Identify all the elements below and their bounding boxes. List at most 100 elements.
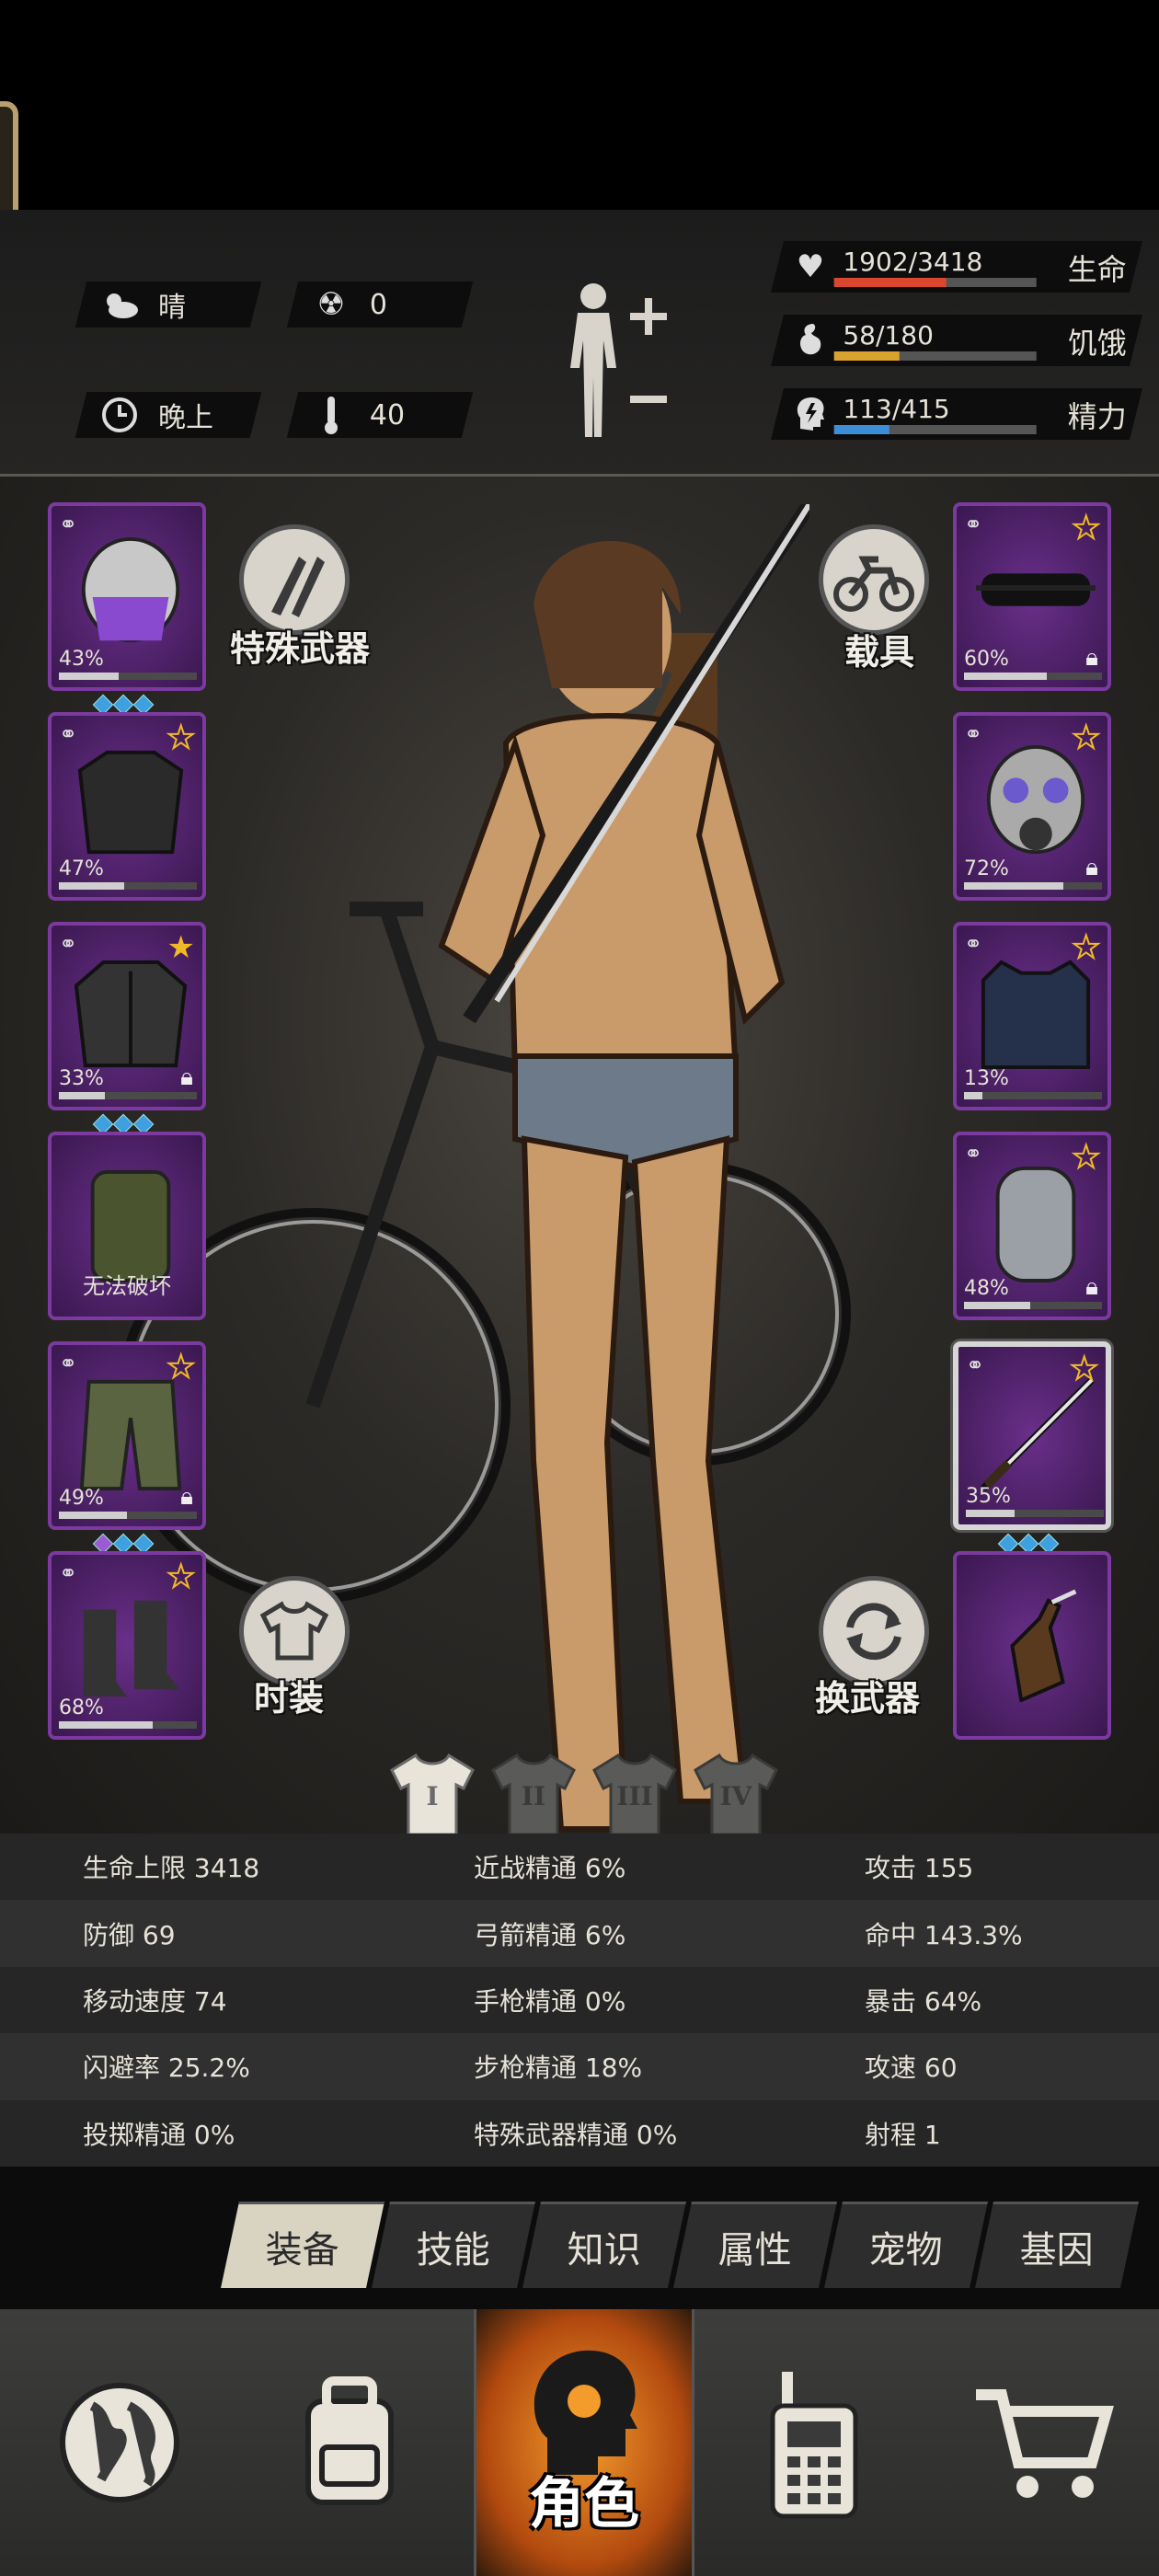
body-status-icon[interactable] xyxy=(552,276,671,442)
durability-percent: 13% xyxy=(964,1067,1009,1090)
equip-slot-shield[interactable]: ⚭ ★ 48% 🔒︎ xyxy=(953,1132,1111,1320)
swap-weapon-label: 换武器 xyxy=(815,1678,921,1719)
stat-value: 近战精通 6% xyxy=(474,1853,626,1884)
outfit-slot-3[interactable]: III xyxy=(589,1748,681,1840)
stat-value: 暴击 64% xyxy=(865,1985,982,2017)
durability-bar xyxy=(964,673,1102,680)
star-icon: ★ xyxy=(166,1558,196,1596)
durability-bar xyxy=(59,882,197,890)
vehicle-button[interactable] xyxy=(819,524,929,635)
tab-3[interactable]: 属性 xyxy=(673,2202,837,2288)
lock-icon: 🔒︎ xyxy=(180,1483,193,1511)
equip-slot-vest[interactable]: ⚭ ★ 13% xyxy=(953,922,1111,1110)
nav-world[interactable] xyxy=(9,2309,230,2576)
durability-percent: 49% xyxy=(59,1487,104,1510)
tab-label: 基因 xyxy=(1019,2228,1094,2271)
cloud-sun-icon xyxy=(94,282,145,328)
equip-slot-molotov[interactable] xyxy=(953,1551,1111,1740)
tab-4[interactable]: 宠物 xyxy=(824,2202,988,2288)
equip-slot-pants[interactable]: ⚭ ★ 49% 🔒︎ xyxy=(48,1341,206,1530)
link-icon: ⚭ xyxy=(59,931,78,957)
character-scene: 特殊武器 载具 时装 换武器 ⚭ 43% ⚭ ★ 47% ⚭ ★ 33% 🔒︎ 无法破坏 ⚭ ★ 49%… xyxy=(0,477,1159,1834)
lock-icon: 🔒︎ xyxy=(1085,1273,1098,1301)
radiation-value: 0 xyxy=(370,288,388,321)
hunger-label: 饥饿 xyxy=(1067,326,1127,361)
tab-5[interactable]: 基因 xyxy=(975,2202,1139,2288)
gem-sockets xyxy=(997,1533,1060,1555)
outfit-slot-4[interactable]: IV xyxy=(690,1748,782,1840)
walkie-talkie-icon xyxy=(770,2372,858,2519)
stat-value: 投掷精通 0% xyxy=(83,2119,235,2150)
link-icon: ⚭ xyxy=(966,1352,985,1378)
stats-table: 生命上限 3418 近战精通 6% 攻击 155 防御 69 弓箭精通 6% 命中 143… xyxy=(0,1834,1159,2167)
stat-value: 弓箭精通 6% xyxy=(474,1919,626,1950)
top-blank-area xyxy=(0,0,1159,210)
tab-0[interactable]: 装备 xyxy=(221,2202,384,2288)
stat-value: 闪避率 25.2% xyxy=(83,2053,250,2084)
equip-slot-gas-mask[interactable]: ⚭ ★ 72% 🔒︎ xyxy=(953,712,1111,901)
police-helmet-icon xyxy=(81,536,180,643)
link-icon: ⚭ xyxy=(964,931,983,957)
star-icon: ★ xyxy=(1071,509,1101,547)
tab-label: 知识 xyxy=(567,2228,641,2271)
durability-bar xyxy=(964,882,1102,890)
nav-radio[interactable] xyxy=(704,2309,924,2576)
shirt-icon xyxy=(77,750,184,855)
stats-row: 移动速度 74 手枪精通 0% 暴击 64% xyxy=(0,1966,1159,2034)
equip-slot-backpack[interactable]: 无法破坏 xyxy=(48,1132,206,1320)
life-label: 生命 xyxy=(1067,252,1127,287)
equip-slot-helmet[interactable]: ⚭ 43% xyxy=(48,502,206,691)
stat-value: 生命上限 3418 xyxy=(83,1853,260,1884)
stats-row: 投掷精通 0% 特殊武器精通 0% 射程 1 xyxy=(0,2099,1159,2167)
stomach-icon xyxy=(790,320,831,361)
tab-label: 属性 xyxy=(717,2228,792,2271)
star-icon: ★ xyxy=(1071,1138,1101,1177)
stat-value: 射程 1 xyxy=(865,2119,941,2150)
stat-value: 命中 143.3% xyxy=(865,1919,1023,1950)
durability-percent: 60% xyxy=(964,648,1009,671)
vital-energy: 113/415 精力 xyxy=(771,388,1142,440)
cart-icon xyxy=(976,2389,1114,2498)
equip-slot-jacket[interactable]: ⚭ ★ 33% 🔒︎ xyxy=(48,922,206,1110)
special-weapon-button[interactable] xyxy=(239,524,350,635)
katana-icon xyxy=(981,1377,1095,1491)
equip-slot-boots[interactable]: ⚭ ★ 68% xyxy=(48,1551,206,1740)
special-weapon-label: 特殊武器 xyxy=(230,628,371,669)
rockets-icon xyxy=(271,557,325,617)
tab-1[interactable]: 技能 xyxy=(372,2202,535,2288)
tab-2[interactable]: 知识 xyxy=(522,2202,686,2288)
equip-slot-katana[interactable]: ⚭ ★ 35% xyxy=(953,1341,1111,1530)
riot-shield-icon xyxy=(995,1166,1076,1282)
star-icon: ★ xyxy=(1071,719,1101,757)
boots-icon xyxy=(83,1600,180,1697)
durability-percent: 35% xyxy=(966,1485,1011,1508)
equip-slot-goggles[interactable]: ⚭ ★ 60% 🔒︎ xyxy=(953,502,1111,691)
stats-row: 生命上限 3418 近战精通 6% 攻击 155 xyxy=(0,1834,1159,1901)
tshirt-icon xyxy=(259,1601,329,1661)
durability-percent: 68% xyxy=(59,1696,104,1719)
hunger-bar xyxy=(833,351,1037,361)
outfit-slot-1[interactable]: I xyxy=(386,1748,478,1840)
outfit-number: II xyxy=(521,1781,546,1811)
stat-value: 手枪精通 0% xyxy=(474,1985,626,2017)
clock-icon xyxy=(94,392,145,438)
outfit-slot-2[interactable]: II xyxy=(488,1748,580,1840)
lock-icon: 🔒︎ xyxy=(1085,644,1098,672)
link-icon: ⚭ xyxy=(964,721,983,747)
lock-icon: 🔒︎ xyxy=(1085,854,1098,881)
nav-backpack[interactable] xyxy=(239,2309,460,2576)
nav-character[interactable]: 角色 xyxy=(474,2309,694,2576)
time-label: 晚上 xyxy=(158,402,213,434)
stat-value: 攻击 155 xyxy=(865,1853,974,1884)
durability-bar xyxy=(59,1512,197,1519)
star-icon: ★ xyxy=(166,1348,196,1386)
thermometer-icon xyxy=(305,392,357,438)
nav-shop[interactable] xyxy=(934,2309,1154,2576)
gem-sockets xyxy=(92,1113,155,1135)
tab-label: 装备 xyxy=(265,2228,339,2271)
temperature-indicator: 40 xyxy=(286,392,474,438)
heart-icon: ♥ xyxy=(796,248,825,285)
tab-bar: 装备 技能 知识 属性 宠物 基因 xyxy=(0,2167,1159,2309)
equip-slot-shirt[interactable]: ⚭ ★ 47% xyxy=(48,712,206,901)
link-icon: ⚭ xyxy=(964,512,983,537)
